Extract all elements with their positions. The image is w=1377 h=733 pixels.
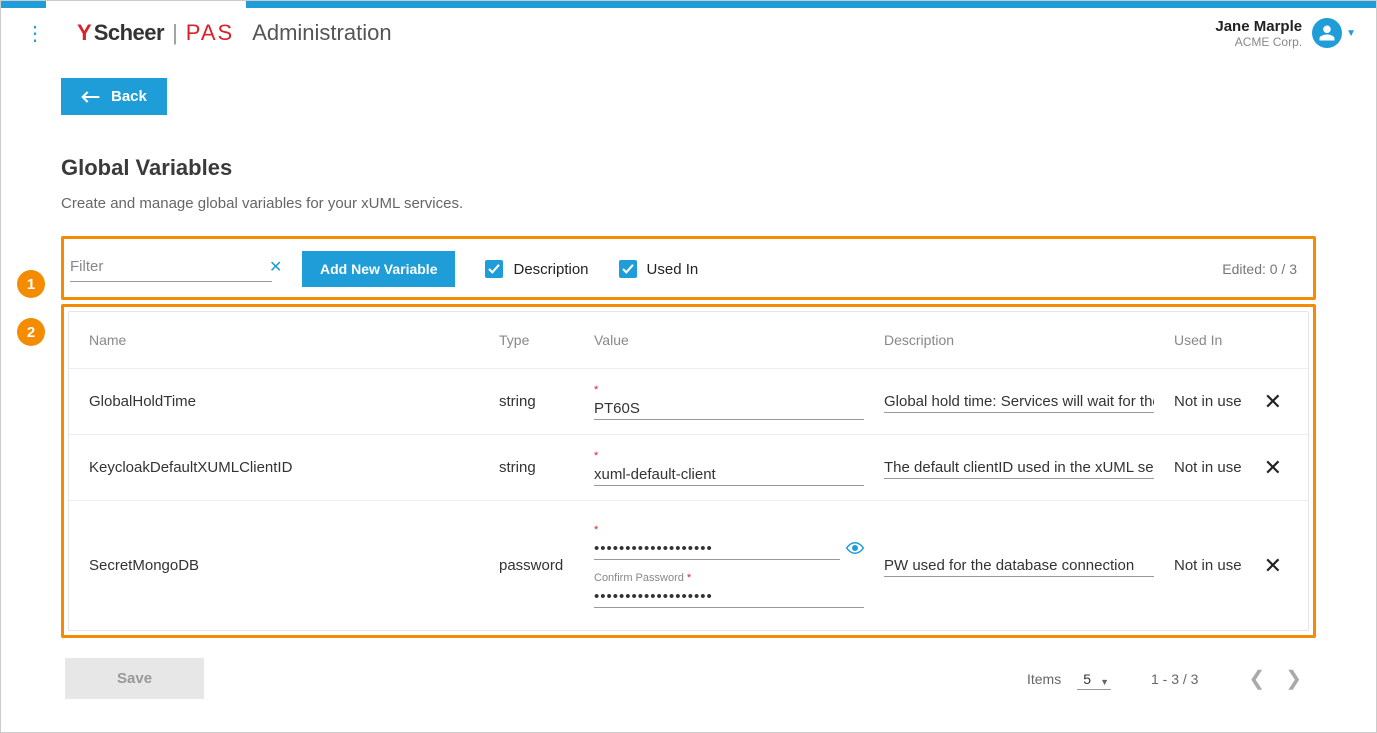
- page-subtitle: Create and manage global variables for y…: [61, 195, 1316, 212]
- used-in-value: Not in use: [1174, 393, 1242, 410]
- used-in-value: Not in use: [1174, 459, 1242, 476]
- used-in-value: Not in use: [1174, 557, 1242, 574]
- required-star: *: [594, 384, 864, 396]
- filter-field[interactable]: ✕: [70, 257, 272, 282]
- table-region: Name Type Value Description Used In Glob…: [61, 304, 1316, 638]
- avatar-dropdown-caret[interactable]: ▼: [1346, 28, 1356, 39]
- description-input[interactable]: [884, 391, 1154, 413]
- col-header-used-in: Used In: [1174, 332, 1288, 348]
- password-input[interactable]: [594, 538, 840, 560]
- table-row: GlobalHoldTime string * Not in: [69, 368, 1308, 434]
- user-icon: [1318, 24, 1336, 42]
- avatar[interactable]: [1312, 18, 1342, 48]
- items-per-page-select[interactable]: 5: [1077, 669, 1111, 690]
- brand-logo: YScheer | PAS: [77, 20, 234, 46]
- check-icon: [622, 264, 634, 274]
- check-icon: [488, 264, 500, 274]
- used-in-checkbox-label: Used In: [647, 261, 699, 278]
- description-input[interactable]: [884, 457, 1154, 479]
- user-info: Jane Marple ACME Corp.: [1215, 18, 1302, 49]
- user-org: ACME Corp.: [1215, 35, 1302, 49]
- prev-page-button[interactable]: ❮: [1238, 666, 1275, 691]
- required-star: *: [594, 450, 864, 462]
- confirm-password-label: Confirm Password *: [594, 572, 864, 584]
- var-name: KeycloakDefaultXUMLClientID: [89, 459, 499, 476]
- table-row: KeycloakDefaultXUMLClientID string *: [69, 434, 1308, 500]
- back-button-label: Back: [111, 88, 147, 105]
- description-checkbox[interactable]: [485, 260, 503, 278]
- var-type: string: [499, 393, 594, 410]
- description-checkbox-label: Description: [513, 261, 588, 278]
- description-input[interactable]: [884, 555, 1154, 577]
- page-title: Global Variables: [61, 155, 1316, 181]
- col-header-name: Name: [89, 332, 499, 348]
- items-label: Items: [1027, 671, 1061, 687]
- confirm-password-input[interactable]: [594, 586, 864, 608]
- page-range: 1 - 3 / 3: [1151, 671, 1198, 687]
- brand-pas: PAS: [186, 20, 234, 46]
- value-input[interactable]: [594, 398, 864, 420]
- user-name: Jane Marple: [1215, 18, 1302, 35]
- delete-row-icon[interactable]: ✕: [1258, 553, 1288, 579]
- delete-row-icon[interactable]: ✕: [1258, 389, 1288, 415]
- var-type: string: [499, 459, 594, 476]
- var-type: password: [499, 557, 594, 574]
- toolbar-region: ✕ Add New Variable Description Used In E: [61, 236, 1316, 300]
- brand-separator: |: [172, 20, 178, 46]
- var-name: GlobalHoldTime: [89, 393, 499, 410]
- col-header-description: Description: [884, 332, 1174, 348]
- app-menu-icon[interactable]: ⋮: [21, 21, 47, 46]
- add-variable-button[interactable]: Add New Variable: [302, 251, 455, 287]
- callout-1: 1: [17, 270, 45, 298]
- delete-row-icon[interactable]: ✕: [1258, 455, 1288, 481]
- show-password-icon[interactable]: [846, 541, 864, 557]
- callout-2: 2: [17, 318, 45, 346]
- app-title: Administration: [252, 20, 391, 46]
- table-row: SecretMongoDB password *: [69, 500, 1308, 630]
- col-header-type: Type: [499, 332, 594, 348]
- clear-filter-icon[interactable]: ✕: [269, 257, 282, 277]
- used-in-checkbox[interactable]: [619, 260, 637, 278]
- var-name: SecretMongoDB: [89, 557, 499, 574]
- edited-counter: Edited: 0 / 3: [1222, 261, 1297, 277]
- save-button[interactable]: Save: [65, 658, 204, 699]
- filter-input[interactable]: [70, 258, 269, 275]
- col-header-value: Value: [594, 332, 884, 348]
- required-star: *: [594, 524, 864, 536]
- brand-scheer: Scheer: [94, 20, 164, 46]
- value-input[interactable]: [594, 464, 864, 486]
- next-page-button[interactable]: ❯: [1275, 666, 1312, 691]
- back-button[interactable]: Back: [61, 78, 167, 115]
- arrow-left-icon: [81, 90, 101, 104]
